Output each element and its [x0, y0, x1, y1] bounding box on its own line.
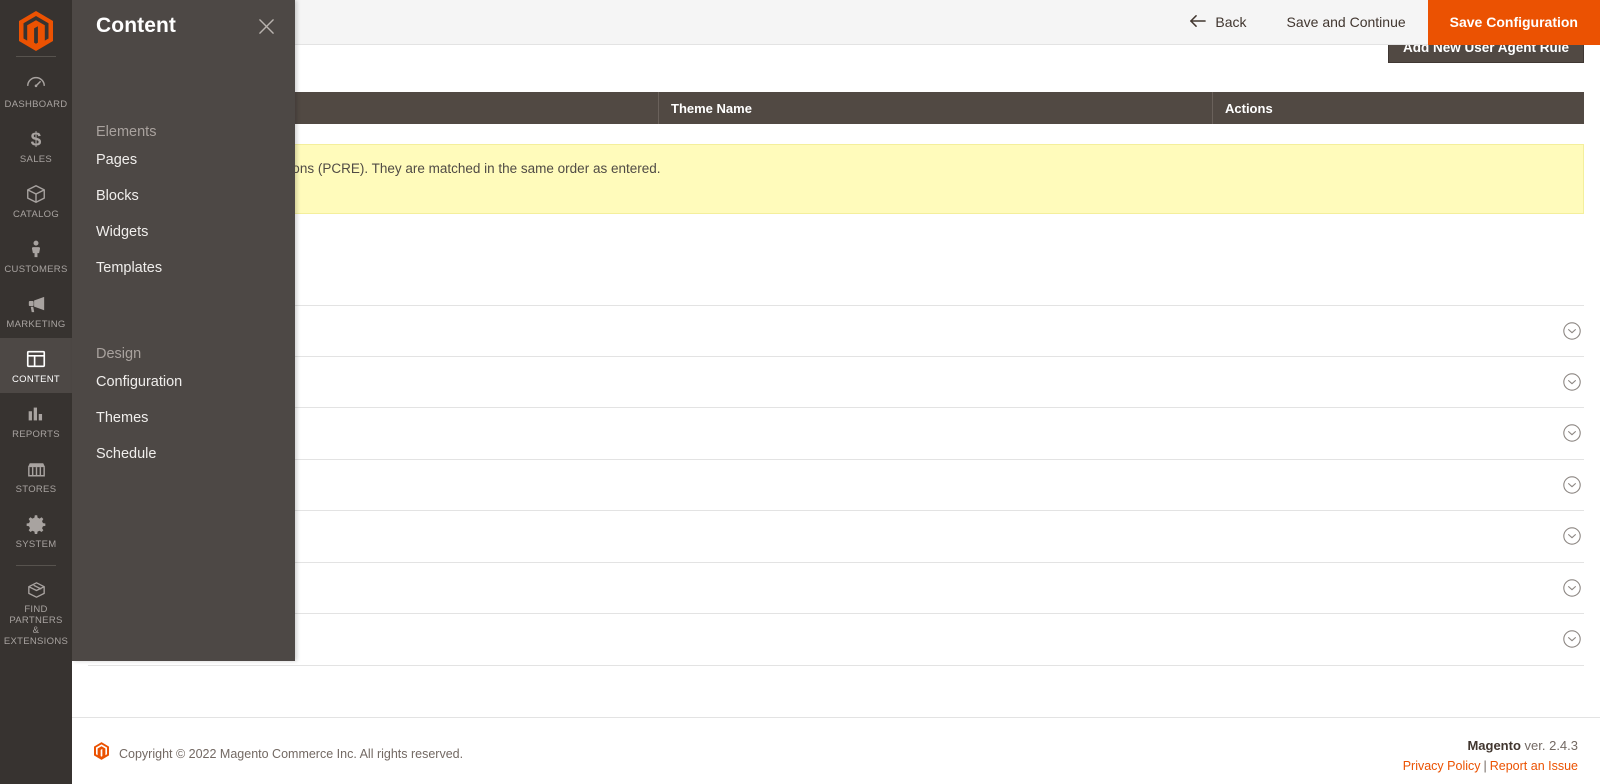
sidebar-item-find-partners[interactable]: Find Partners & Extensions — [0, 569, 72, 655]
sidebar-item-label: Catalog — [12, 209, 60, 220]
arrow-left-icon — [1189, 14, 1207, 31]
close-icon[interactable] — [255, 15, 277, 37]
customers-icon — [2, 237, 70, 261]
footer-version-brand: Magento — [1467, 738, 1521, 753]
grid-column-header-theme-name[interactable]: Theme Name — [658, 92, 1212, 124]
reports-icon — [2, 402, 70, 426]
config-section-row[interactable] — [88, 460, 1584, 511]
sidebar-item-label: Marketing — [6, 319, 66, 330]
flyout-group-title: Design — [96, 346, 142, 362]
sidebar-item-label: Content — [11, 374, 60, 385]
flyout-item-configuration[interactable]: Configuration — [72, 364, 295, 400]
flyout-group-design: Design Configuration Themes Schedule — [72, 346, 295, 472]
chevron-down-circle-icon[interactable] — [1562, 372, 1582, 392]
magento-logo-small — [94, 742, 109, 765]
sidebar-divider-top — [16, 56, 56, 57]
flyout-item-schedule[interactable]: Schedule — [72, 436, 295, 472]
chevron-down-circle-icon[interactable] — [1562, 321, 1582, 341]
catalog-icon — [2, 182, 70, 206]
sidebar-item-content[interactable]: Content — [0, 338, 72, 393]
grid-header-row: Theme Name Actions — [88, 92, 1584, 124]
sidebar-item-system[interactable]: System — [0, 503, 72, 558]
system-icon — [2, 512, 70, 536]
config-section-row[interactable] — [88, 511, 1584, 563]
sidebar-item-label: Sales — [19, 154, 53, 165]
config-sections-list — [88, 305, 1584, 666]
footer-version: Magento ver. 2.4.3 — [1403, 738, 1578, 753]
flyout-title: Content — [96, 14, 177, 37]
admin-sidebar: Dashboard $ Sales Catalog — [0, 0, 72, 784]
sidebar-item-stores[interactable]: Stores — [0, 448, 72, 503]
dashboard-icon — [2, 72, 70, 96]
chevron-down-circle-icon[interactable] — [1562, 526, 1582, 546]
sidebar-item-label: Customers — [4, 264, 68, 275]
flyout-item-widgets[interactable]: Widgets — [72, 214, 295, 250]
config-section-row[interactable] — [88, 614, 1584, 666]
sidebar-item-catalog[interactable]: Catalog — [0, 173, 72, 228]
sidebar-item-customers[interactable]: Customers — [0, 228, 72, 283]
sidebar-item-label: Dashboard — [4, 99, 68, 110]
page-header-toolbar: Back Save and Continue Save Configuratio… — [72, 0, 1600, 45]
content-icon — [2, 347, 70, 371]
config-section-row[interactable] — [88, 563, 1584, 614]
sidebar-item-label-line2: & Extensions — [3, 625, 69, 647]
config-section-row[interactable] — [88, 305, 1584, 357]
sidebar-item-label: Stores — [15, 484, 57, 495]
save-configuration-button[interactable]: Save Configuration — [1427, 0, 1600, 45]
flyout-item-blocks[interactable]: Blocks — [72, 178, 295, 214]
notice-banner: rmal strings or regular expressions (PCR… — [88, 144, 1584, 214]
extensions-icon — [2, 578, 70, 602]
footer-links: Privacy Policy | Report an Issue — [1403, 759, 1578, 773]
flyout-header: Content — [72, 6, 295, 46]
back-button[interactable]: Back — [1171, 0, 1264, 45]
sidebar-item-reports[interactable]: Reports — [0, 393, 72, 448]
chevron-down-circle-icon[interactable] — [1562, 629, 1582, 649]
marketing-icon — [2, 292, 70, 316]
footer-version-block: Magento ver. 2.4.3 Privacy Policy | Report… — [1403, 738, 1578, 773]
sidebar-item-label-line1: Find Partners — [9, 604, 63, 626]
sidebar-item-label: System — [15, 539, 57, 550]
config-section-row[interactable] — [88, 357, 1584, 408]
footer-copyright-text: Copyright © 2022 Magento Commerce Inc. A… — [119, 746, 464, 761]
page-content: Add New User Agent Rule Back Save and Co… — [72, 0, 1600, 784]
footer-version-number: ver. 2.4.3 — [1520, 738, 1578, 753]
flyout-group-title: Elements — [96, 124, 157, 140]
sidebar-divider-bottom — [16, 565, 56, 566]
save-and-continue-button[interactable]: Save and Continue — [1265, 0, 1428, 45]
footer-link-separator: | — [1483, 759, 1487, 773]
flyout-item-pages[interactable]: Pages — [72, 142, 295, 178]
chevron-down-circle-icon[interactable] — [1562, 423, 1582, 443]
notice-line-1: rmal strings or regular expressions (PCR… — [107, 161, 661, 176]
sidebar-item-sales[interactable]: $ Sales — [0, 118, 72, 173]
flyout-group-elements: Elements Pages Blocks Widgets Templates — [72, 124, 295, 286]
sidebar-item-dashboard[interactable]: Dashboard — [0, 63, 72, 118]
chevron-down-circle-icon[interactable] — [1562, 475, 1582, 495]
sales-icon: $ — [2, 127, 70, 151]
notice-line-2-code: zilla/i — [107, 178, 1565, 197]
footer-copyright-block: Copyright © 2022 Magento Commerce Inc. A… — [94, 742, 463, 765]
page-footer: Copyright © 2022 Magento Commerce Inc. A… — [72, 717, 1600, 784]
grid-column-header-actions[interactable]: Actions — [1212, 92, 1584, 124]
sidebar-item-marketing[interactable]: Marketing — [0, 283, 72, 338]
stores-icon — [2, 457, 70, 481]
sidebar-item-label: Reports — [12, 429, 60, 440]
back-button-label: Back — [1215, 14, 1247, 30]
chevron-down-circle-icon[interactable] — [1562, 578, 1582, 598]
report-issue-link[interactable]: Report an Issue — [1490, 759, 1578, 773]
magento-logo[interactable] — [0, 0, 72, 56]
flyout-item-themes[interactable]: Themes — [72, 400, 295, 436]
svg-text:$: $ — [31, 129, 42, 150]
config-section-row[interactable] — [88, 408, 1584, 460]
content-flyout-menu: Content Elements Pages Blocks Widgets Te… — [72, 0, 295, 661]
flyout-item-templates[interactable]: Templates — [72, 250, 295, 286]
privacy-policy-link[interactable]: Privacy Policy — [1403, 759, 1481, 773]
